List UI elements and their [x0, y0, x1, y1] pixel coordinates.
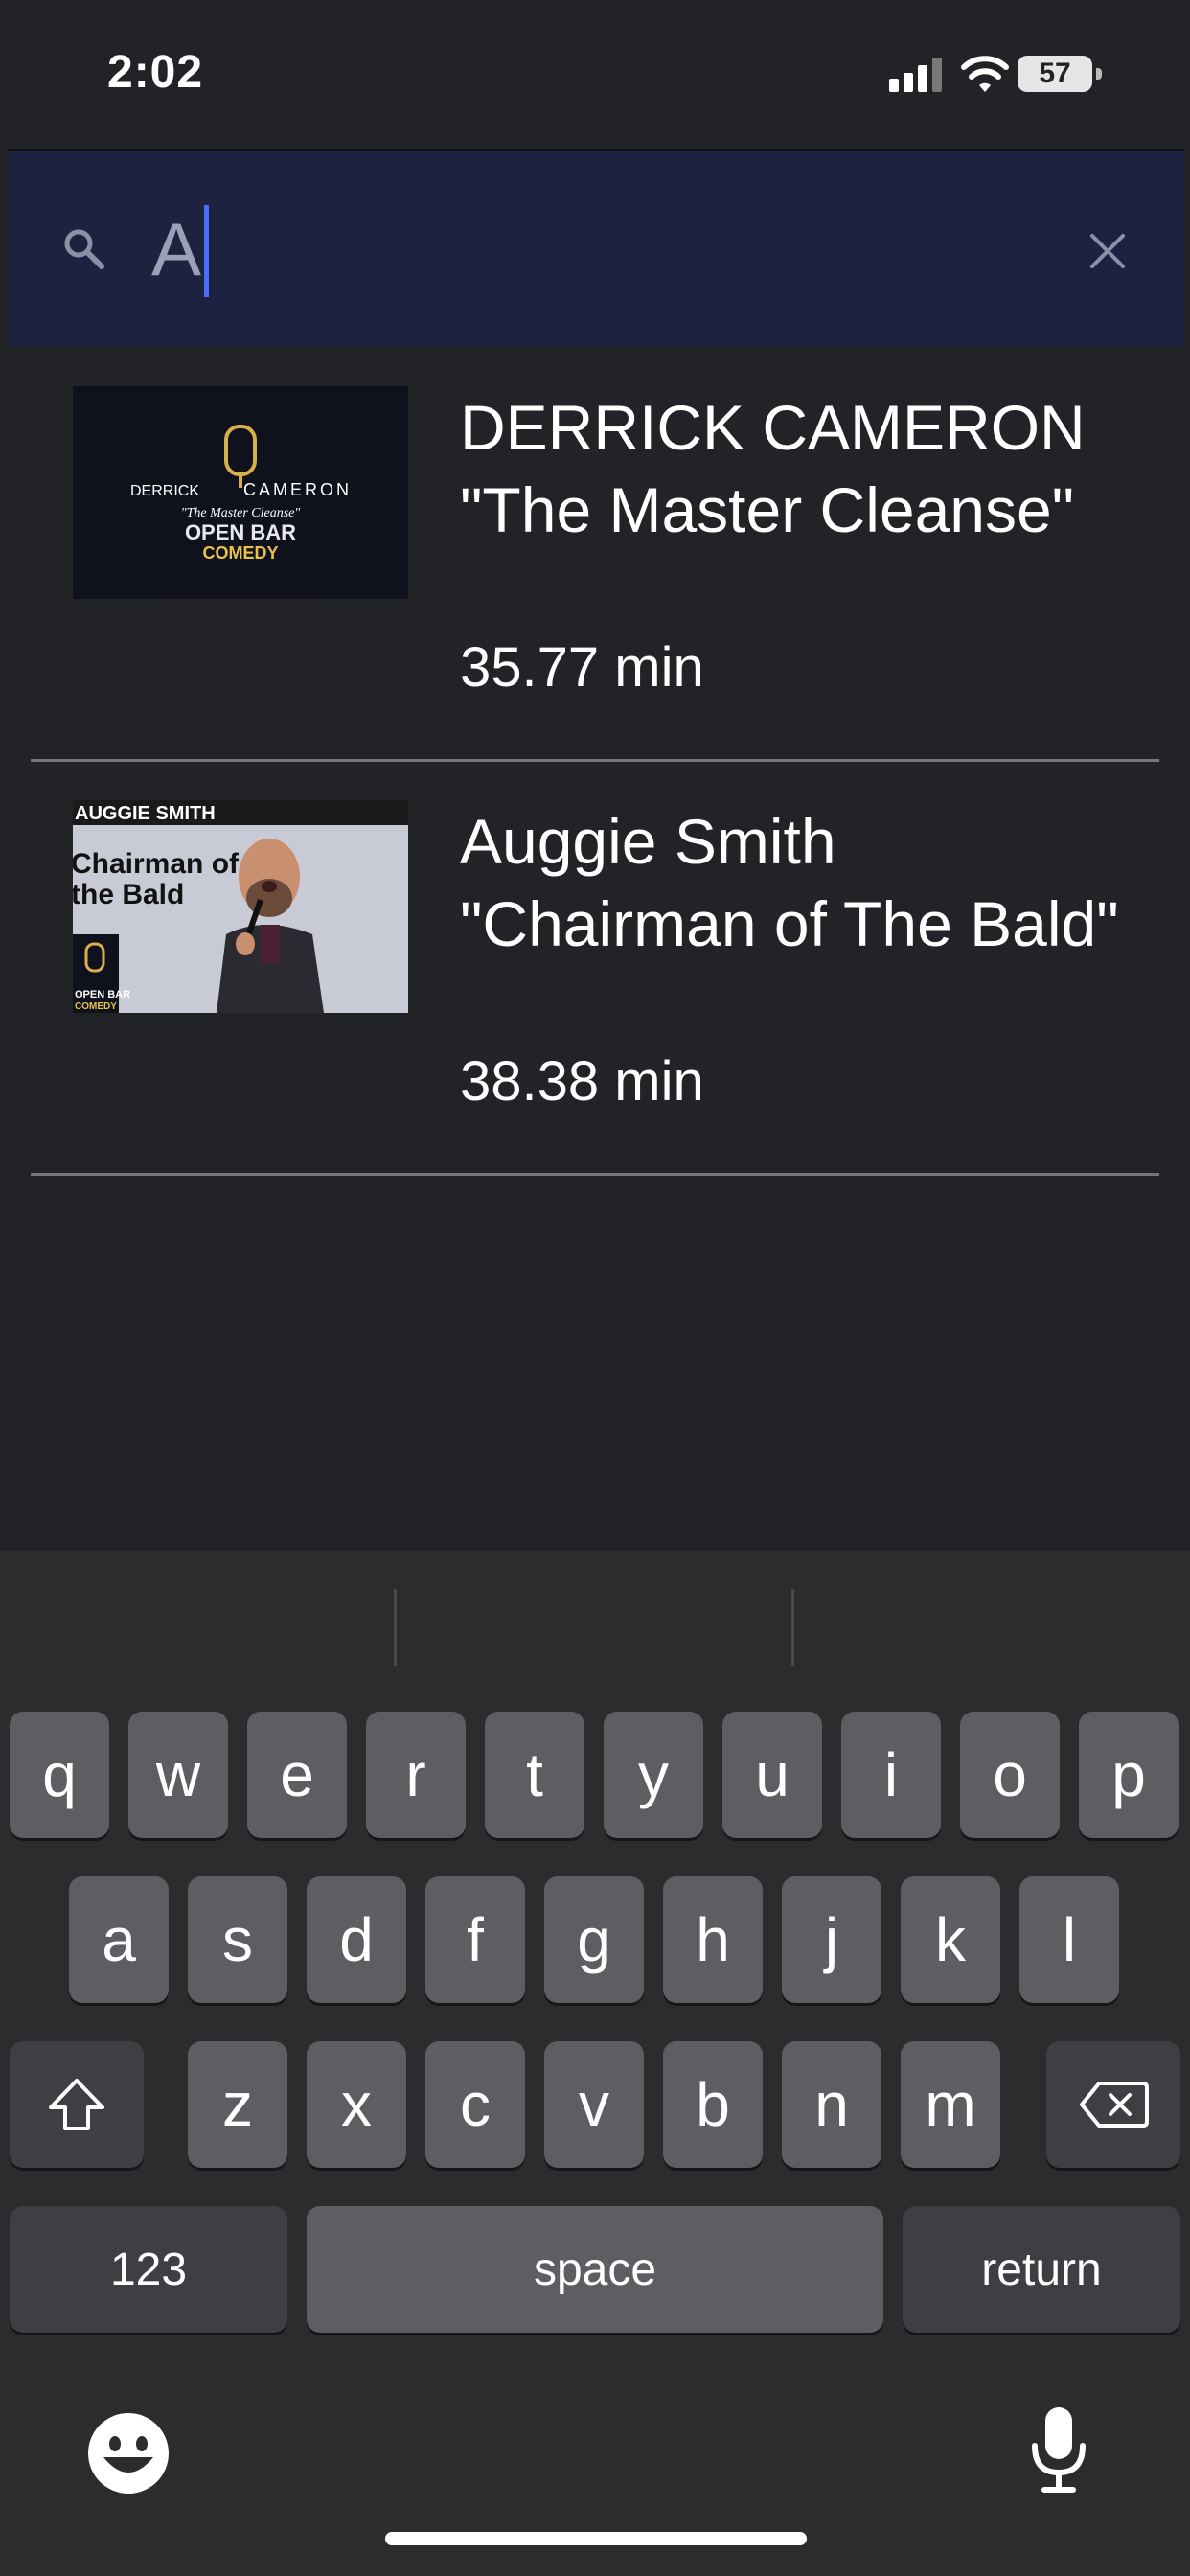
list-item[interactable]: DERRICK CAMERON "The Master Cleanse" OPE… [31, 348, 1159, 762]
result-duration: 38.38 min [460, 1050, 704, 1113]
return-key[interactable]: return [903, 2206, 1180, 2333]
text-cursor [204, 205, 209, 297]
wifi-icon [960, 54, 1010, 101]
key-v[interactable]: v [544, 2041, 644, 2168]
result-duration: 35.77 min [460, 636, 704, 699]
key-c[interactable]: c [425, 2041, 525, 2168]
microphone-icon[interactable] [1029, 2404, 1088, 2500]
thumb-text: AUGGIE SMITH [75, 803, 216, 824]
video-thumbnail: AUGGIE SMITH Chairman of the Bald OPEN B… [73, 800, 408, 1013]
key-r[interactable]: r [366, 1712, 466, 1838]
key-s[interactable]: s [188, 1876, 287, 2003]
backspace-icon [1080, 2082, 1149, 2128]
key-d[interactable]: d [307, 1876, 406, 2003]
battery-icon: 57 [1018, 56, 1102, 92]
key-n[interactable]: n [782, 2041, 881, 2168]
key-j[interactable]: j [782, 1876, 881, 2003]
search-icon [61, 226, 105, 275]
thumb-text: CAMERON [243, 480, 352, 499]
status-time: 2:02 [107, 47, 204, 98]
key-u[interactable]: u [722, 1712, 822, 1838]
prediction-divider [791, 1589, 794, 1666]
key-m[interactable]: m [901, 2041, 1000, 2168]
key-q[interactable]: q [10, 1712, 109, 1838]
key-l[interactable]: l [1019, 1876, 1119, 2003]
space-key[interactable]: space [307, 2206, 883, 2333]
key-x[interactable]: x [307, 2041, 406, 2168]
video-thumbnail: DERRICK CAMERON "The Master Cleanse" OPE… [73, 386, 408, 599]
numbers-key[interactable]: 123 [10, 2206, 287, 2333]
result-title: Auggie Smith "Chairman of The Bald" [460, 806, 1119, 959]
key-k[interactable]: k [901, 1876, 1000, 2003]
key-i[interactable]: i [841, 1712, 941, 1838]
result-title: DERRICK CAMERON "The Master Cleanse" [460, 392, 1086, 545]
key-f[interactable]: f [425, 1876, 525, 2003]
key-t[interactable]: t [485, 1712, 584, 1838]
key-h[interactable]: h [663, 1876, 763, 2003]
key-b[interactable]: b [663, 2041, 763, 2168]
list-item[interactable]: AUGGIE SMITH Chairman of the Bald OPEN B… [31, 762, 1159, 1176]
shift-icon [49, 2079, 104, 2130]
emoji-icon[interactable] [86, 2411, 171, 2500]
thumb-text: OPEN BAR [75, 989, 130, 1000]
thumb-text: OPEN BAR [185, 520, 296, 544]
signal-icon [889, 54, 947, 96]
prediction-divider [394, 1589, 397, 1666]
key-z[interactable]: z [188, 2041, 287, 2168]
key-e[interactable]: e [247, 1712, 347, 1838]
search-input[interactable] [151, 201, 1014, 297]
close-icon[interactable] [1088, 232, 1127, 275]
thumb-text: "The Master Cleanse" [181, 506, 301, 520]
delete-key[interactable] [1046, 2041, 1180, 2168]
keyboard: q w e r t y u i o p a s d f g h j k l z … [0, 1551, 1190, 2576]
key-o[interactable]: o [960, 1712, 1060, 1838]
thumb-text: the Bald [73, 879, 184, 910]
thumb-text: COMEDY [202, 543, 278, 563]
key-w[interactable]: w [128, 1712, 228, 1838]
status-bar: 2:02 57 [0, 0, 1190, 149]
key-g[interactable]: g [544, 1876, 644, 2003]
home-indicator[interactable] [385, 2532, 807, 2545]
search-bar [8, 149, 1184, 346]
key-a[interactable]: a [69, 1876, 169, 2003]
thumb-text: COMEDY [75, 1001, 117, 1012]
key-y[interactable]: y [604, 1712, 703, 1838]
thumb-text: DERRICK [130, 483, 199, 499]
key-p[interactable]: p [1079, 1712, 1179, 1838]
shift-key[interactable] [10, 2041, 144, 2168]
thumb-text: Chairman of [73, 848, 240, 880]
